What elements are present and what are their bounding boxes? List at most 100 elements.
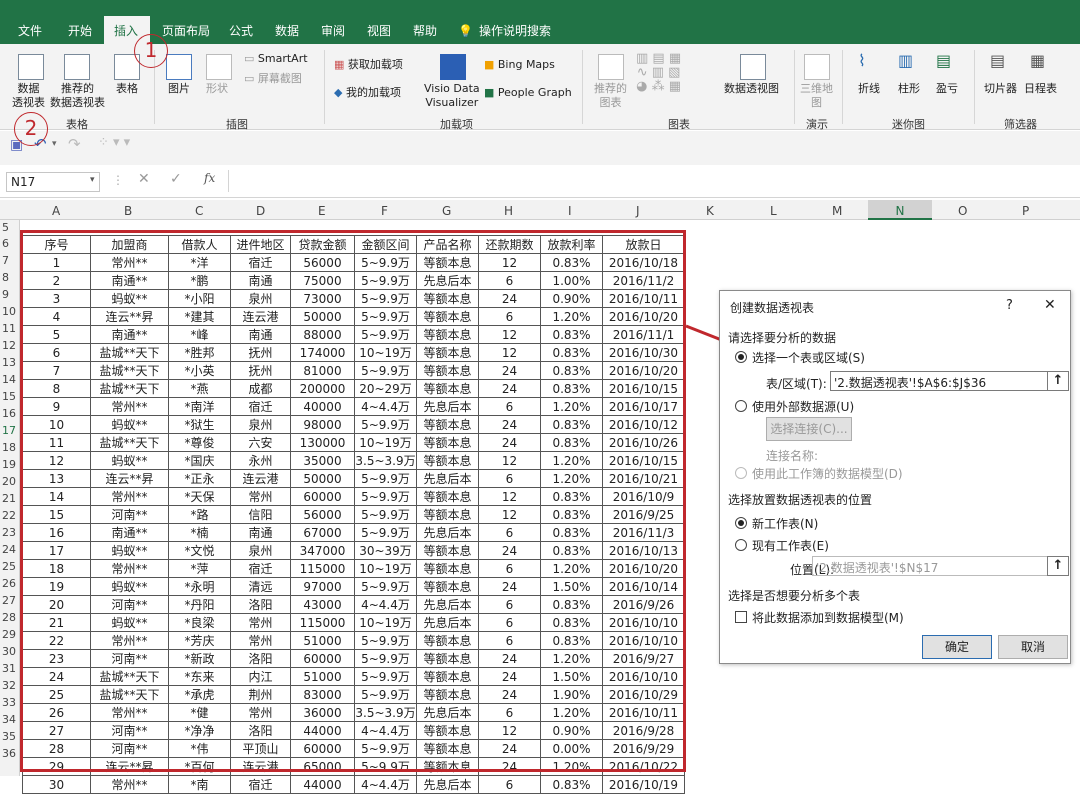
screenshot-button[interactable]: ▭ 屏幕截图: [244, 72, 302, 86]
radio-data-model[interactable]: [735, 467, 747, 479]
line-sparkline-button[interactable]: 折线: [858, 82, 880, 96]
add-to-data-model-checkbox[interactable]: [735, 611, 747, 623]
table-cell[interactable]: 0.83%: [540, 775, 603, 794]
radio-existing-worksheet[interactable]: [735, 539, 747, 551]
option-select-range-label[interactable]: 选择一个表或区域(S): [752, 349, 865, 366]
choose-connection-button[interactable]: 选择连接(C)...: [766, 417, 852, 441]
column-header[interactable]: G: [442, 204, 451, 218]
table-cell[interactable]: 常州**: [90, 775, 169, 794]
option-new-worksheet-label[interactable]: 新工作表(N): [752, 515, 818, 532]
column-header[interactable]: I: [568, 204, 572, 218]
row-header-selected[interactable]: 17: [2, 424, 16, 437]
option-external-source-label[interactable]: 使用外部数据源(U): [752, 398, 854, 415]
table-cell[interactable]: 6: [478, 775, 541, 794]
smartart-button[interactable]: ▭ SmartArt: [244, 52, 308, 66]
add-to-data-model-label[interactable]: 将此数据添加到数据模型(M): [752, 609, 904, 626]
more-commands-icon[interactable]: ⁘ ▾ ▾: [98, 135, 130, 150]
column-header[interactable]: C: [195, 204, 203, 218]
range-input[interactable]: '2.数据透视表'!$A$6:$J$36: [830, 371, 1048, 391]
location-input[interactable]: '2.数据透视表'!$N$17: [812, 556, 1048, 576]
row-header[interactable]: 18: [2, 441, 16, 454]
tab-formulas[interactable]: 公式: [229, 22, 253, 39]
table-cell[interactable]: *南: [168, 775, 231, 794]
row-header[interactable]: 13: [2, 356, 16, 369]
row-header[interactable]: 26: [2, 577, 16, 590]
option-existing-worksheet-label[interactable]: 现有工作表(E): [752, 537, 829, 554]
tell-me-box[interactable]: 💡 操作说明搜索: [458, 22, 551, 39]
row-header[interactable]: 5: [2, 221, 9, 234]
column-header[interactable]: E: [318, 204, 326, 218]
column-header[interactable]: P: [1022, 204, 1029, 218]
column-header[interactable]: J: [636, 204, 640, 218]
row-header[interactable]: 30: [2, 645, 16, 658]
tab-page-layout[interactable]: 页面布局: [162, 22, 210, 39]
table-cell[interactable]: 4~4.4万: [354, 775, 417, 794]
formula-input[interactable]: [228, 170, 1076, 192]
row-header[interactable]: 36: [2, 747, 16, 760]
option-data-model-label[interactable]: 使用此工作簿的数据模型(D): [752, 465, 903, 482]
column-header[interactable]: D: [256, 204, 265, 218]
collapse-dialog-icon[interactable]: ↑: [1047, 371, 1069, 391]
redo-icon[interactable]: ↷: [68, 135, 81, 153]
row-header[interactable]: 10: [2, 305, 16, 318]
column-header[interactable]: F: [381, 204, 388, 218]
column-header[interactable]: A: [52, 204, 60, 218]
row-header[interactable]: 24: [2, 543, 16, 556]
tab-view[interactable]: 视图: [367, 22, 391, 39]
ok-button[interactable]: 确定: [922, 635, 992, 659]
people-graph-button[interactable]: ■ People Graph: [484, 86, 572, 100]
tab-file[interactable]: 文件: [18, 22, 42, 39]
recommended-charts-button[interactable]: 推荐的 图表: [594, 82, 627, 110]
row-header[interactable]: 29: [2, 628, 16, 641]
radio-new-worksheet[interactable]: [735, 517, 747, 529]
get-addins-button[interactable]: ▦ 获取加载项: [334, 58, 403, 72]
my-addins-button[interactable]: ◆ 我的加载项: [334, 86, 401, 100]
chevron-down-icon[interactable]: ▾: [90, 175, 95, 185]
collapse-dialog-icon[interactable]: ↑: [1047, 556, 1069, 576]
row-header[interactable]: 20: [2, 475, 16, 488]
cancel-button[interactable]: 取消: [998, 635, 1068, 659]
column-header[interactable]: O: [958, 204, 967, 218]
row-header[interactable]: 28: [2, 611, 16, 624]
timeline-button[interactable]: 日程表: [1024, 82, 1057, 96]
chart-types-icon[interactable]: ▥ ▤ ▦ ∿ ▥ ▧ ◕ ⁂ ▦: [636, 52, 681, 94]
slicer-button[interactable]: 切片器: [984, 82, 1017, 96]
row-header[interactable]: 21: [2, 492, 16, 505]
row-header[interactable]: 25: [2, 560, 16, 573]
row-header[interactable]: 8: [2, 271, 9, 284]
table-button[interactable]: 表格: [116, 82, 138, 96]
row-header[interactable]: 16: [2, 407, 16, 420]
row-header[interactable]: 14: [2, 373, 16, 386]
shapes-button[interactable]: 形状: [206, 82, 228, 96]
table-cell[interactable]: 44000: [290, 775, 355, 794]
help-button[interactable]: ?: [1006, 298, 1013, 313]
tab-data[interactable]: 数据: [275, 22, 299, 39]
cancel-icon[interactable]: ✕: [138, 171, 150, 187]
radio-select-range[interactable]: [735, 351, 747, 363]
map3d-button[interactable]: 三维地 图: [800, 82, 833, 110]
row-header[interactable]: 34: [2, 713, 16, 726]
column-sparkline-button[interactable]: 柱形: [898, 82, 920, 96]
row-header[interactable]: 27: [2, 594, 16, 607]
pictures-button[interactable]: 图片: [168, 82, 190, 96]
winloss-sparkline-button[interactable]: 盈亏: [936, 82, 958, 96]
enter-icon[interactable]: ✓: [170, 171, 182, 187]
pivot-table-button[interactable]: 数据 透视表: [12, 82, 45, 110]
row-header[interactable]: 32: [2, 679, 16, 692]
tab-review[interactable]: 审阅: [321, 22, 345, 39]
row-header[interactable]: 11: [2, 322, 16, 335]
table-cell[interactable]: 30: [22, 775, 91, 794]
row-header[interactable]: 6: [2, 237, 9, 250]
tab-help[interactable]: 帮助: [413, 22, 437, 39]
radio-external-source[interactable]: [735, 400, 747, 412]
column-header[interactable]: B: [124, 204, 132, 218]
column-header[interactable]: K: [706, 204, 714, 218]
insert-function-icon[interactable]: fx: [204, 171, 215, 185]
table-cell[interactable]: 宿迁: [230, 775, 291, 794]
chevron-down-icon[interactable]: ▾: [52, 139, 57, 149]
column-header[interactable]: M: [832, 204, 842, 218]
row-header[interactable]: 12: [2, 339, 16, 352]
pivot-chart-button[interactable]: 数据透视图: [724, 82, 779, 96]
row-header[interactable]: 9: [2, 288, 9, 301]
row-header[interactable]: 19: [2, 458, 16, 471]
